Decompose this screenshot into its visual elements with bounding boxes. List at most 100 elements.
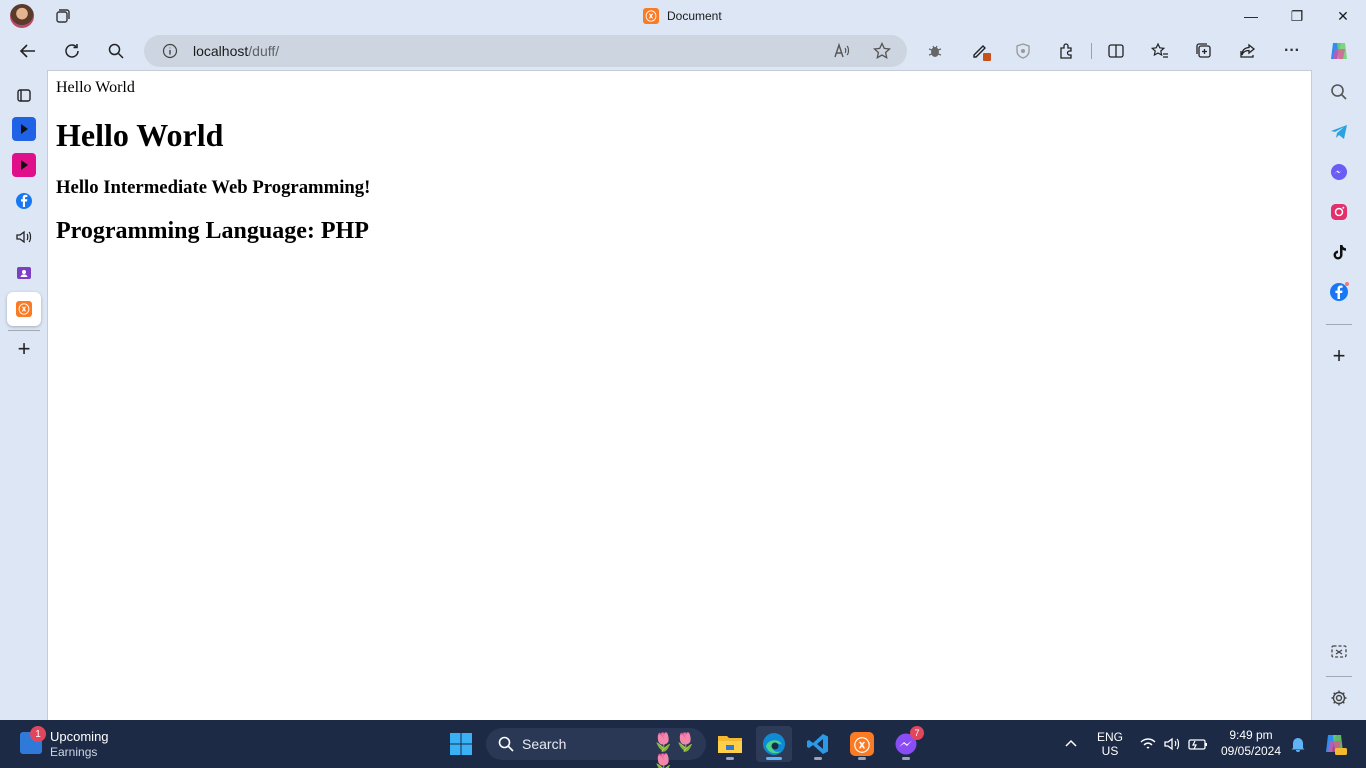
notifications-button[interactable] xyxy=(1284,726,1312,762)
gear-icon xyxy=(1331,690,1347,706)
edge-app[interactable] xyxy=(756,726,792,762)
split-screen-button[interactable] xyxy=(1101,36,1131,66)
maximize-button[interactable]: ❐ xyxy=(1274,0,1320,32)
color-picker-extension-button[interactable] xyxy=(966,36,996,66)
sidebar-instagram[interactable] xyxy=(1327,200,1351,224)
back-button[interactable] xyxy=(13,36,43,66)
xampp-icon: ⓧ xyxy=(850,732,874,756)
running-indicator xyxy=(726,757,734,760)
close-icon: ✕ xyxy=(1337,7,1349,24)
folder-icon xyxy=(718,736,742,753)
share-button[interactable] xyxy=(1233,36,1263,66)
url-host: localhost xyxy=(193,43,249,59)
widgets-subtitle: Earnings xyxy=(50,745,98,759)
video-tab-pink[interactable] xyxy=(12,153,36,177)
running-indicator xyxy=(902,757,910,760)
play-icon xyxy=(21,124,28,134)
new-tab-button[interactable]: + xyxy=(12,336,36,361)
sidebar-facebook[interactable] xyxy=(1327,280,1351,304)
info-icon[interactable] xyxy=(162,43,178,59)
facebook-tab[interactable] xyxy=(12,189,36,213)
xampp-icon: ⓧ xyxy=(16,301,32,317)
system-tray-icons xyxy=(1140,737,1207,751)
vscode-app[interactable] xyxy=(800,726,836,762)
sidebar-settings-button[interactable] xyxy=(1327,686,1351,710)
messenger-badge: 7 xyxy=(910,726,924,740)
xampp-tab[interactable]: ⓧ xyxy=(12,297,36,321)
right-sidebar-separator xyxy=(1326,324,1352,325)
widgets-title: Upcoming xyxy=(50,729,109,744)
vscode-icon xyxy=(807,734,828,754)
more-button[interactable]: ··· xyxy=(1277,36,1307,66)
collections-button[interactable] xyxy=(1189,36,1219,66)
sidebar-tiktok[interactable] xyxy=(1327,240,1351,264)
clock-date: 09/05/2024 xyxy=(1220,744,1282,758)
screenshot-icon xyxy=(1331,645,1347,658)
more-icon: ··· xyxy=(1284,42,1300,59)
facebook-icon xyxy=(1330,282,1349,301)
chevron-up-icon xyxy=(1065,739,1077,747)
search-icon xyxy=(498,736,514,752)
profile-avatar[interactable] xyxy=(10,4,34,28)
page-viewport: Hello World Hello World Hello Intermedia… xyxy=(47,70,1312,720)
sidebar-messenger[interactable] xyxy=(1327,160,1351,184)
contacts-tab[interactable] xyxy=(12,261,36,285)
copilot-taskbar-button[interactable] xyxy=(1318,726,1352,762)
speaker-icon xyxy=(16,230,32,244)
hello-text: Hello World xyxy=(56,79,135,96)
sidebar-telegram[interactable] xyxy=(1327,120,1351,144)
language-indicator[interactable]: ENG US xyxy=(1094,730,1126,758)
bug-extension-button[interactable] xyxy=(920,36,950,66)
refresh-button[interactable] xyxy=(57,36,87,66)
tab-actions-icon[interactable] xyxy=(54,8,70,24)
video-tab-blue[interactable] xyxy=(12,117,36,141)
xampp-app[interactable]: ⓧ xyxy=(844,726,880,762)
windows-logo-icon xyxy=(450,733,472,755)
bell-icon xyxy=(1291,738,1305,752)
search-icon xyxy=(1331,84,1347,100)
address-bar[interactable]: localhost/duff/ xyxy=(144,35,907,67)
add-sidebar-app-button[interactable]: + xyxy=(1327,343,1351,368)
messenger-icon xyxy=(1331,164,1347,180)
page-heading-h1: Hello World xyxy=(56,117,224,153)
network-volume-battery-button[interactable] xyxy=(1134,726,1214,762)
screenshot-button[interactable] xyxy=(1327,640,1351,664)
clock-time: 9:49 pm xyxy=(1229,728,1273,742)
file-explorer-app[interactable] xyxy=(712,726,748,762)
tab-actions-side[interactable] xyxy=(12,83,36,107)
read-aloud-icon xyxy=(834,42,850,58)
messenger-app[interactable]: 7 xyxy=(888,726,924,762)
favorite-button[interactable] xyxy=(867,36,897,66)
extensions-button[interactable] xyxy=(1052,36,1082,66)
right-sidebar-separator-bottom xyxy=(1326,676,1352,677)
search-icon xyxy=(108,43,124,59)
clock[interactable]: 9:49 pm 09/05/2024 xyxy=(1216,728,1286,758)
taskbar-search[interactable]: Search 🌷🌷🌷 xyxy=(486,728,706,768)
region-code: US xyxy=(1101,744,1119,758)
show-hidden-icons-button[interactable] xyxy=(1054,726,1088,762)
plus-icon: + xyxy=(1332,343,1346,368)
url-path: /duff/ xyxy=(248,43,280,59)
xampp-icon: ⓧ xyxy=(643,8,659,24)
active-indicator xyxy=(766,757,782,760)
play-icon xyxy=(21,160,28,170)
page-heading-h2: Programming Language: PHP xyxy=(56,218,369,244)
sidebar-search[interactable] xyxy=(1327,80,1351,104)
minimize-button[interactable]: — xyxy=(1228,0,1274,32)
audio-tab[interactable] xyxy=(12,225,36,249)
share-icon xyxy=(1240,43,1256,58)
close-button[interactable]: ✕ xyxy=(1320,0,1366,32)
taskbar-search-placeholder: Search xyxy=(522,736,567,752)
widgets-button[interactable]: 1 Upcoming Earnings xyxy=(20,726,120,760)
puzzle-icon xyxy=(1060,43,1072,59)
bug-icon xyxy=(928,45,942,57)
shield-extension-button[interactable] xyxy=(1008,36,1038,66)
widgets-badge: 1 xyxy=(30,726,46,742)
read-aloud-button[interactable] xyxy=(827,36,857,66)
start-button[interactable] xyxy=(443,726,479,762)
favorites-button[interactable] xyxy=(1145,36,1175,66)
tab-panel-icon xyxy=(17,89,31,102)
search-button[interactable] xyxy=(101,36,131,66)
window-title: ⓧ Document xyxy=(643,8,722,24)
running-indicator xyxy=(814,757,822,760)
